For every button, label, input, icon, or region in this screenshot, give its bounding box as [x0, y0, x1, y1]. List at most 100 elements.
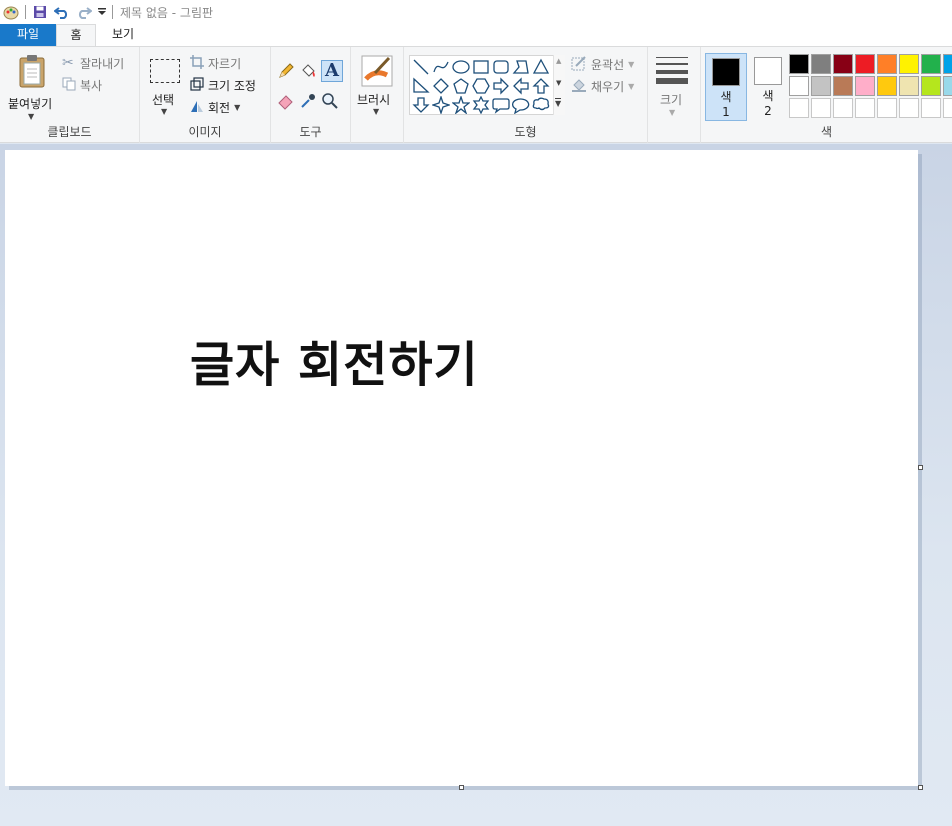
magnifier-icon[interactable] [321, 92, 341, 112]
palette-swatch[interactable] [855, 54, 875, 74]
palette-swatch[interactable] [899, 54, 919, 74]
up-arrow-shape-icon[interactable] [531, 76, 551, 96]
chevron-down-icon: ▼ [628, 59, 635, 69]
cut-button[interactable]: ✂ 잘라내기 [62, 54, 124, 72]
brushes-button[interactable]: 브러시 ▼ [355, 53, 400, 123]
palette-swatch[interactable] [855, 98, 875, 118]
crop-button[interactable]: 자르기 [190, 54, 241, 72]
paint-app-icon[interactable] [0, 1, 22, 23]
palette-swatch[interactable] [899, 76, 919, 96]
palette-swatch[interactable] [943, 98, 952, 118]
palette-swatch[interactable] [789, 54, 809, 74]
workspace: 글자 회전하기 [0, 144, 952, 826]
shapes-scrollbar[interactable]: ▲ ▼ ▼ [553, 55, 565, 115]
resize-button[interactable]: 크기 조정 [190, 76, 256, 94]
clipboard-group-label: 클립보드 [47, 125, 92, 139]
palette-swatch[interactable] [811, 76, 831, 96]
copy-button[interactable]: 복사 [62, 76, 102, 94]
palette-swatch[interactable] [943, 54, 952, 74]
size-button[interactable]: 크기 ▼ [652, 53, 697, 121]
hexagon-shape-icon[interactable] [471, 76, 491, 96]
fill-button[interactable]: 채우기 ▼ [571, 77, 634, 95]
polygon-shape-icon[interactable] [511, 57, 531, 77]
four-point-star-shape-icon[interactable] [431, 95, 451, 115]
clipboard-group: 붙여넣기 ▼ ✂ 잘라내기 복사 클립보드 [0, 47, 140, 143]
oval-shape-icon[interactable] [451, 57, 471, 77]
color1-label: 색 [720, 90, 732, 104]
color2-button[interactable]: 색 2 [747, 53, 789, 121]
drawing-canvas[interactable]: 글자 회전하기 [5, 150, 918, 786]
six-point-star-shape-icon[interactable] [471, 95, 491, 115]
separator [25, 5, 26, 19]
left-arrow-shape-icon[interactable] [511, 76, 531, 96]
text-icon[interactable]: A [321, 60, 343, 82]
palette-swatch[interactable] [877, 76, 897, 96]
resize-handle-corner[interactable] [918, 785, 923, 790]
tools-group-label: 도구 [299, 125, 322, 139]
resize-handle-right[interactable] [918, 465, 923, 470]
outline-pencil-icon [571, 55, 591, 74]
color2-number: 2 [764, 104, 772, 118]
palette-swatch[interactable] [855, 76, 875, 96]
customize-dropdown-icon[interactable] [95, 1, 109, 23]
pencil-icon[interactable] [277, 62, 297, 82]
size-label: 크기 [660, 93, 683, 107]
palette-swatch[interactable] [789, 76, 809, 96]
resize-handle-bottom[interactable] [459, 785, 464, 790]
clipboard-icon [18, 54, 46, 91]
save-icon[interactable] [29, 1, 51, 23]
diamond-shape-icon[interactable] [431, 76, 451, 96]
select-button[interactable]: 선택 ▼ [146, 54, 188, 122]
redo-icon[interactable] [73, 1, 95, 23]
palette-swatch[interactable] [899, 98, 919, 118]
palette-swatch[interactable] [811, 98, 831, 118]
right-arrow-shape-icon[interactable] [491, 76, 511, 96]
palette-swatch[interactable] [833, 76, 853, 96]
color1-button[interactable]: 색 1 [705, 53, 747, 121]
tab-file[interactable]: 파일 [0, 24, 56, 46]
scroll-up-icon[interactable]: ▲ [556, 57, 561, 65]
palette-swatch[interactable] [833, 98, 853, 118]
down-arrow-shape-icon[interactable] [411, 95, 431, 115]
crop-icon [190, 54, 208, 72]
triangle-shape-icon[interactable] [531, 57, 551, 77]
color-picker-icon[interactable] [299, 92, 319, 112]
outline-button[interactable]: 윤곽선 ▼ [571, 55, 634, 73]
palette-swatch[interactable] [921, 98, 941, 118]
expand-gallery-icon[interactable]: ▼ [555, 98, 562, 108]
scroll-down-icon[interactable]: ▼ [556, 79, 561, 87]
palette-swatch[interactable] [833, 54, 853, 74]
line-shape-icon[interactable] [411, 57, 431, 77]
paste-button[interactable]: 붙여넣기 ▼ [6, 52, 58, 122]
brushes-label: 브러시 [357, 93, 391, 107]
palette-swatch[interactable] [921, 54, 941, 74]
rounded-rectangle-shape-icon[interactable] [491, 57, 511, 77]
right-triangle-shape-icon[interactable] [411, 76, 431, 96]
undo-icon[interactable] [51, 1, 73, 23]
tab-view[interactable]: 보기 [96, 24, 150, 46]
rounded-callout-shape-icon[interactable] [491, 95, 511, 115]
palette-swatch[interactable] [789, 98, 809, 118]
palette-swatch[interactable] [921, 76, 941, 96]
brushes-group: 브러시 ▼ [351, 47, 404, 143]
eraser-icon[interactable] [277, 92, 297, 112]
rotate-button[interactable]: 회전 ▼ [190, 98, 240, 116]
palette-swatch[interactable] [877, 98, 897, 118]
shapes-gallery [409, 55, 565, 115]
color1-swatch [712, 58, 740, 86]
separator [112, 5, 113, 19]
rectangle-shape-icon[interactable] [471, 57, 491, 77]
five-point-star-shape-icon[interactable] [451, 95, 471, 115]
cloud-callout-shape-icon[interactable] [531, 95, 551, 115]
palette-swatch[interactable] [877, 54, 897, 74]
palette-swatch[interactable] [811, 54, 831, 74]
fill-icon[interactable] [299, 62, 319, 82]
oval-callout-shape-icon[interactable] [511, 95, 531, 115]
color2-label: 색 [762, 89, 774, 103]
scissors-icon: ✂ [62, 55, 74, 71]
pentagon-shape-icon[interactable] [451, 76, 471, 96]
palette-swatch[interactable] [943, 76, 952, 96]
tab-home[interactable]: 홈 [56, 24, 96, 46]
curve-shape-icon[interactable] [431, 57, 451, 77]
line-size-icon [656, 57, 688, 84]
